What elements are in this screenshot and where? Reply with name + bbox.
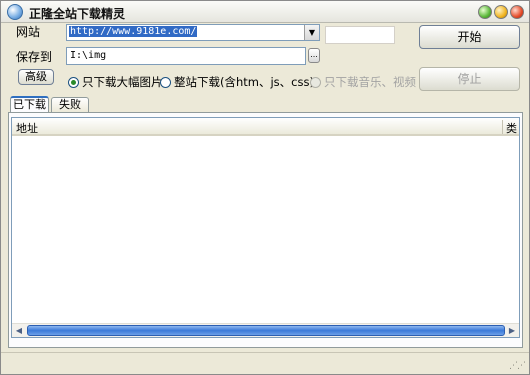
- site-url-value[interactable]: http://www.9181e.com/: [69, 26, 198, 37]
- tab-downloaded[interactable]: 已下载: [10, 96, 49, 113]
- radio-whole-site[interactable]: 整站下载(含htm、js、css): [160, 74, 314, 90]
- arrow-left-icon[interactable]: ◀: [12, 324, 26, 337]
- resize-grip-icon[interactable]: ⋰⋰: [509, 361, 526, 371]
- radio-disabled-icon: [310, 76, 321, 88]
- tab-panel: 地址 类 ◀ ▶: [8, 112, 523, 348]
- column-header-address[interactable]: 地址: [16, 120, 38, 136]
- column-header-type[interactable]: 类: [506, 120, 517, 136]
- advanced-button[interactable]: 高级: [18, 69, 54, 85]
- chevron-down-icon[interactable]: ▼: [304, 25, 319, 40]
- save-label: 保存到: [16, 50, 53, 64]
- list-header: 地址 类: [12, 118, 519, 136]
- app-icon: [7, 4, 23, 20]
- title-bar[interactable]: 正隆全站下载精灵: [1, 1, 529, 23]
- arrow-right-icon[interactable]: ▶: [505, 324, 519, 337]
- browse-button[interactable]: ...: [308, 48, 320, 63]
- radio-unselected-icon[interactable]: [160, 76, 171, 88]
- minimize-button[interactable]: [478, 5, 492, 19]
- status-box: [325, 26, 395, 44]
- site-label: 网站: [16, 25, 41, 39]
- maximize-button[interactable]: [494, 5, 508, 19]
- site-url-combobox[interactable]: http://www.9181e.com/ ▼: [66, 24, 320, 41]
- stop-button: 停止: [419, 67, 520, 91]
- horizontal-scrollbar[interactable]: ◀ ▶: [12, 323, 519, 337]
- radio-selected-icon[interactable]: [68, 76, 79, 88]
- window-title: 正隆全站下载精灵: [29, 7, 126, 21]
- start-button[interactable]: 开始: [419, 25, 520, 49]
- close-button[interactable]: [510, 5, 524, 19]
- radio-large-images[interactable]: 只下载大幅图片: [68, 74, 163, 90]
- download-list[interactable]: 地址 类 ◀ ▶: [11, 117, 520, 338]
- save-path-input[interactable]: I:\img: [66, 47, 306, 65]
- radio-media-only: 只下载音乐、视频: [310, 74, 416, 90]
- column-divider[interactable]: [502, 120, 503, 134]
- status-bar: ⋰⋰: [1, 352, 529, 374]
- tab-failed[interactable]: 失败: [51, 97, 89, 112]
- scrollbar-thumb[interactable]: [27, 325, 505, 336]
- radio-media-only-label: 只下载音乐、视频: [324, 75, 416, 89]
- radio-whole-site-label: 整站下载(含htm、js、css): [174, 75, 314, 89]
- app-window: 正隆全站下载精灵 网站 http://www.9181e.com/ ▼ 开始 保…: [0, 0, 530, 375]
- radio-large-images-label: 只下载大幅图片: [82, 75, 163, 89]
